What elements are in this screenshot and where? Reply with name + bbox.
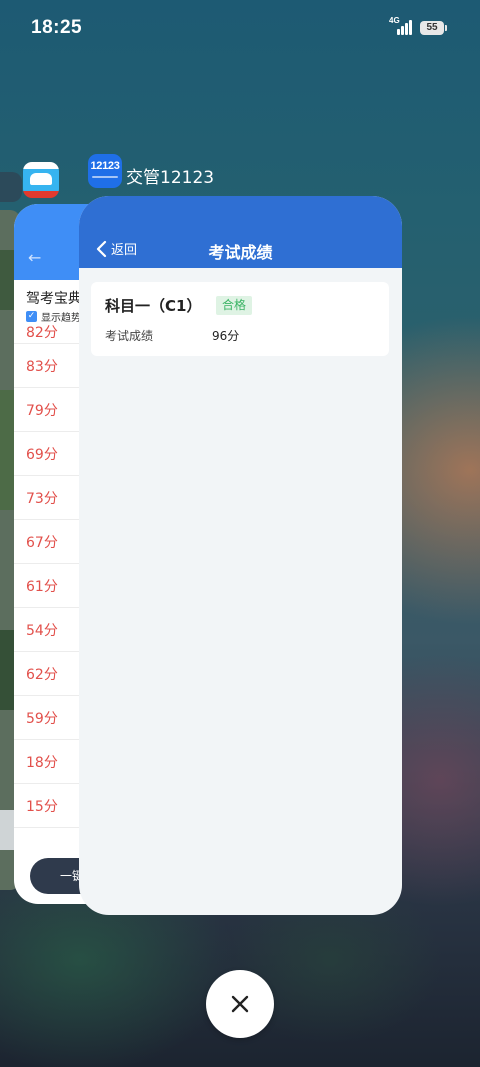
app-icon-number: 12123 xyxy=(90,160,120,172)
score-value: 18分 xyxy=(26,754,58,771)
exam-subject: 科目一（C1） xyxy=(105,297,202,315)
score-value: 69分 xyxy=(26,446,58,463)
score-value: 73分 xyxy=(26,490,58,507)
exam-result-card[interactable]: 科目一（C1） 合格 考试成绩 96分 xyxy=(91,282,389,356)
jiakao-title: 驾考宝典 xyxy=(26,291,82,307)
close-icon xyxy=(231,995,249,1013)
signal-icon xyxy=(397,19,417,35)
car-icon xyxy=(30,173,52,185)
jiaoguan-app-name[interactable]: 交管12123 xyxy=(126,163,214,188)
clear-all-button[interactable] xyxy=(206,970,274,1038)
score-value: 54分 xyxy=(26,622,58,639)
battery-icon: 55 xyxy=(420,21,447,35)
back-arrow-icon: ← xyxy=(28,248,42,267)
ghost-app-icon[interactable] xyxy=(0,172,22,202)
score-value: 61分 xyxy=(26,578,58,595)
score-value: 59分 xyxy=(26,710,58,727)
jiakao-app-icon[interactable] xyxy=(23,162,59,198)
jiaoguan-app-card[interactable]: 返回 考试成绩 科目一（C1） 合格 考试成绩 96分 xyxy=(79,196,402,915)
score-value: 96分 xyxy=(212,329,240,343)
exam-result-header: 返回 考试成绩 xyxy=(79,196,402,268)
score-value: 79分 xyxy=(26,402,58,419)
score-value: 82分 xyxy=(26,325,58,341)
score-label: 考试成绩 xyxy=(105,329,154,343)
score-value: 67分 xyxy=(26,534,58,551)
score-value: 83分 xyxy=(26,358,58,375)
score-value: 62分 xyxy=(26,666,58,683)
status-time: 18:25 xyxy=(31,17,83,38)
page-title: 考试成绩 xyxy=(208,243,273,262)
status-bar: 18:25 4G 55 xyxy=(0,0,480,56)
jiaoguan-app-icon[interactable]: 12123 xyxy=(88,154,122,188)
pass-badge: 合格 xyxy=(216,296,253,315)
checkbox-icon: ✓ xyxy=(26,311,37,322)
score-value: 15分 xyxy=(26,798,58,815)
